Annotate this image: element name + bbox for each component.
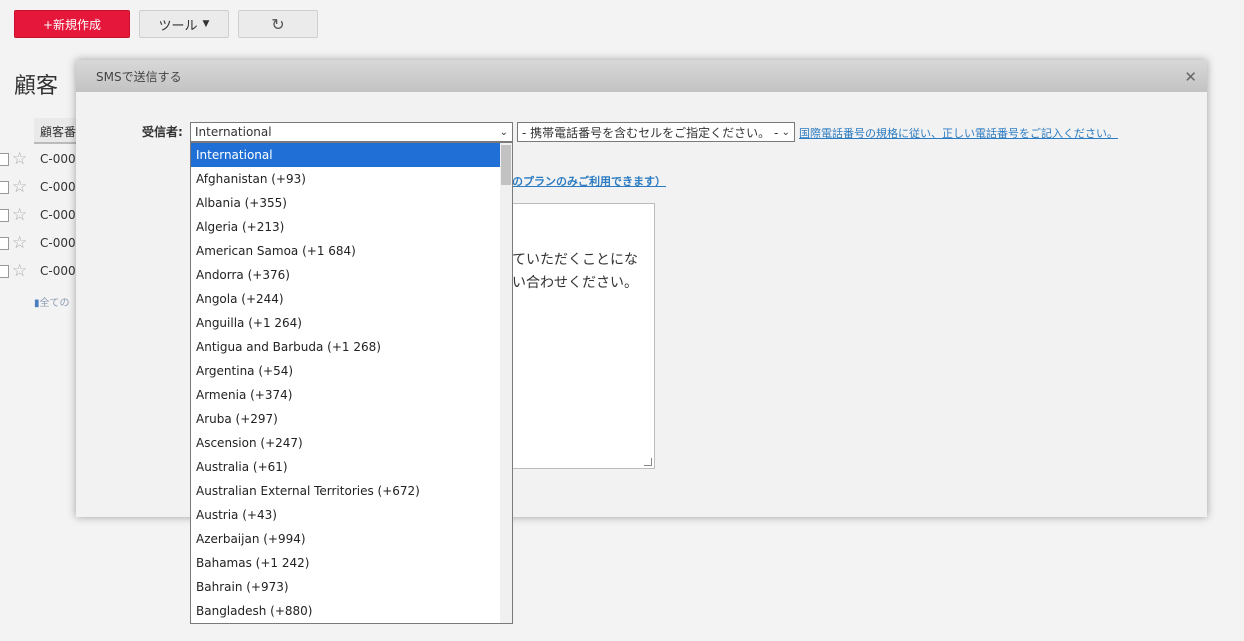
intl-number-help-link[interactable]: 国際電話番号の規格に従い、正しい電話番号をご記入ください。 xyxy=(799,125,1118,141)
refresh-button[interactable]: ↻ xyxy=(238,10,318,38)
customer-code: C-000 xyxy=(40,208,76,222)
table-row[interactable]: ☆ C-000 xyxy=(0,146,80,174)
country-option[interactable]: Ascension (+247) xyxy=(191,431,500,455)
scrollbar-thumb[interactable] xyxy=(501,145,511,185)
recipient-label: 受信者: xyxy=(142,125,183,139)
page-title: 顧客 xyxy=(14,74,59,99)
tools-label: ツール xyxy=(158,18,198,34)
show-all-link[interactable]: ▮全ての xyxy=(34,294,70,309)
country-option[interactable]: American Samoa (+1 684) xyxy=(191,239,500,263)
message-textarea[interactable]: ていただくことにな い合わせください。 xyxy=(512,203,655,469)
country-options: International Afghanistan (+93) Albania (+… xyxy=(191,143,512,623)
country-option[interactable]: Afghanistan (+93) xyxy=(191,167,500,191)
country-option[interactable]: Andorra (+376) xyxy=(191,263,500,287)
country-option[interactable]: Bahrain (+973) xyxy=(191,575,500,599)
country-option[interactable]: Anguilla (+1 264) xyxy=(191,311,500,335)
close-icon[interactable]: ✕ xyxy=(1184,68,1197,86)
country-option[interactable]: Argentina (+54) xyxy=(191,359,500,383)
customer-code: C-000 xyxy=(40,264,76,278)
table-row[interactable]: ☆ C-000 xyxy=(0,174,80,202)
star-icon[interactable]: ☆ xyxy=(12,149,27,169)
row-checkbox[interactable] xyxy=(0,237,9,250)
country-option[interactable]: Australian External Territories (+672) xyxy=(191,479,500,503)
message-line: い合わせください。 xyxy=(512,275,638,291)
tools-button[interactable]: ツール ▼ xyxy=(139,10,229,38)
row-checkbox[interactable] xyxy=(0,265,9,278)
country-select-value: International xyxy=(195,125,272,139)
star-icon[interactable]: ☆ xyxy=(12,233,27,253)
chevron-down-icon: ⌄ xyxy=(781,126,790,138)
star-icon[interactable]: ☆ xyxy=(12,261,27,281)
country-option[interactable]: Azerbaijan (+994) xyxy=(191,527,500,551)
country-select[interactable]: International ⌄ xyxy=(190,122,513,142)
country-option[interactable]: Austria (+43) xyxy=(191,503,500,527)
country-option[interactable]: Angola (+244) xyxy=(191,287,500,311)
country-option[interactable]: Armenia (+374) xyxy=(191,383,500,407)
country-option[interactable]: Algeria (+213) xyxy=(191,215,500,239)
table-row[interactable]: ☆ C-000 xyxy=(0,202,80,230)
customer-code: C-000 xyxy=(40,236,76,250)
country-option[interactable]: Albania (+355) xyxy=(191,191,500,215)
new-create-button[interactable]: +新規作成 xyxy=(14,10,130,38)
phone-cell-select-value: - 携帯電話番号を含むセルをご指定ください。 - xyxy=(522,125,779,140)
star-icon[interactable]: ☆ xyxy=(12,205,27,225)
customer-code: C-000 xyxy=(40,180,76,194)
customer-code: C-000 xyxy=(40,152,76,166)
resize-handle-icon[interactable] xyxy=(644,458,652,466)
plan-info-link[interactable]: のプランのみご利用できます） xyxy=(512,173,666,189)
row-checkbox[interactable] xyxy=(0,153,9,166)
country-option[interactable]: Antigua and Barbuda (+1 268) xyxy=(191,335,500,359)
row-checkbox[interactable] xyxy=(0,209,9,222)
country-option[interactable]: Bangladesh (+880) xyxy=(191,599,500,623)
caret-down-icon: ▼ xyxy=(202,19,210,29)
show-all-label: 全ての xyxy=(39,298,70,309)
dialog-title: SMSで送信する xyxy=(96,69,182,84)
table-row[interactable]: ☆ C-000 xyxy=(0,258,80,286)
toolbar: +新規作成 ツール ▼ ↻ xyxy=(14,10,318,38)
row-checkbox[interactable] xyxy=(0,181,9,194)
country-option[interactable]: Australia (+61) xyxy=(191,455,500,479)
dropdown-scrollbar[interactable] xyxy=(500,143,512,623)
country-option[interactable]: Aruba (+297) xyxy=(191,407,500,431)
country-option[interactable]: International xyxy=(191,143,500,167)
table-row[interactable]: ☆ C-000 xyxy=(0,230,80,258)
country-option[interactable]: Bahamas (+1 242) xyxy=(191,551,500,575)
country-dropdown-list[interactable]: International Afghanistan (+93) Albania (+… xyxy=(190,142,513,624)
phone-cell-select[interactable]: - 携帯電話番号を含むセルをご指定ください。 - ⌄ xyxy=(517,122,795,142)
message-line: ていただくことにな xyxy=(512,252,638,268)
star-icon[interactable]: ☆ xyxy=(12,177,27,197)
refresh-icon: ↻ xyxy=(271,14,285,34)
dialog-header: SMSで送信する ✕ xyxy=(76,60,1207,92)
chevron-down-icon: ⌄ xyxy=(499,126,508,138)
